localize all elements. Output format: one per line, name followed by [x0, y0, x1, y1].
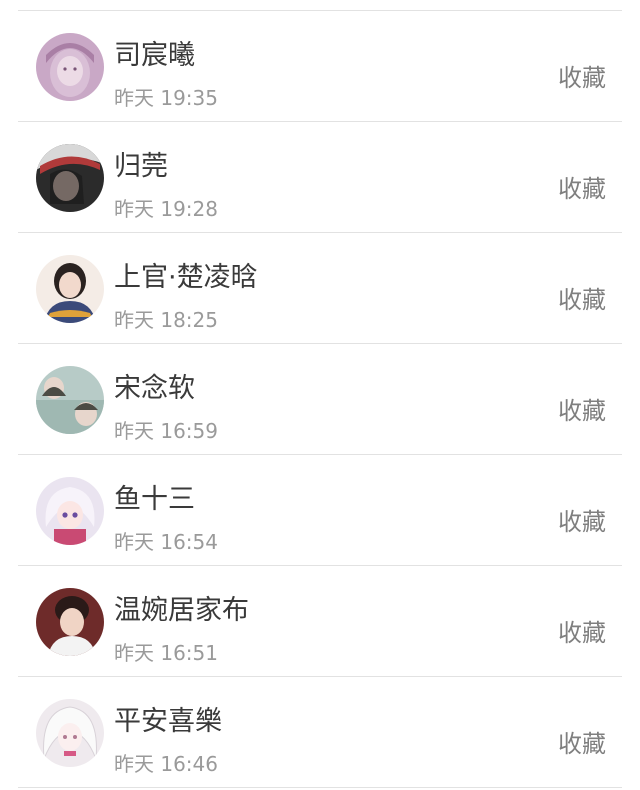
timestamp: 昨天 19:35: [114, 86, 218, 110]
timestamp: 昨天 19:28: [114, 197, 218, 221]
favorite-button[interactable]: 收藏: [558, 729, 606, 759]
contact-name: 宋念软: [114, 373, 195, 404]
list-item[interactable]: 司宸曦 昨天 19:35 收藏: [0, 11, 640, 122]
favorite-button[interactable]: 收藏: [558, 174, 606, 204]
favorite-button[interactable]: 收藏: [558, 285, 606, 315]
list-item[interactable]: 平安喜樂 昨天 16:46 收藏: [0, 677, 640, 788]
favorite-button[interactable]: 收藏: [558, 63, 606, 93]
timestamp: 昨天 18:25: [114, 308, 218, 332]
avatar[interactable]: [36, 588, 104, 656]
timestamp: 昨天 16:51: [114, 641, 218, 665]
timestamp: 昨天 16:46: [114, 752, 218, 776]
favorite-button[interactable]: 收藏: [558, 618, 606, 648]
timestamp: 昨天 16:54: [114, 530, 218, 554]
favorite-button[interactable]: 收藏: [558, 507, 606, 537]
contact-name: 温婉居家布: [114, 595, 249, 626]
avatar[interactable]: [36, 33, 104, 101]
contact-name: 司宸曦: [114, 40, 195, 71]
list-item[interactable]: 温婉居家布 昨天 16:51 收藏: [0, 566, 640, 677]
contact-name: 上官·楚凌晗: [114, 262, 258, 293]
avatar[interactable]: [36, 144, 104, 212]
contact-name: 鱼十三: [114, 484, 195, 515]
contact-name: 平安喜樂: [114, 706, 222, 737]
avatar[interactable]: [36, 255, 104, 323]
avatar[interactable]: [36, 366, 104, 434]
list-item[interactable]: 鱼十三 昨天 16:54 收藏: [0, 455, 640, 566]
list-item[interactable]: 宋念软 昨天 16:59 收藏: [0, 344, 640, 455]
avatar[interactable]: [36, 699, 104, 767]
avatar[interactable]: [36, 477, 104, 545]
timestamp: 昨天 16:59: [114, 419, 218, 443]
list-item[interactable]: 归莞 昨天 19:28 收藏: [0, 122, 640, 233]
favorite-button[interactable]: 收藏: [558, 396, 606, 426]
contact-name: 归莞: [114, 151, 168, 182]
list-divider: [18, 787, 622, 788]
contact-list-screen: 司宸曦 昨天 19:35 收藏 归莞 昨天 19:28 收藏 上官·楚凌晗 昨天…: [0, 0, 640, 790]
list-item[interactable]: 上官·楚凌晗 昨天 18:25 收藏: [0, 233, 640, 344]
